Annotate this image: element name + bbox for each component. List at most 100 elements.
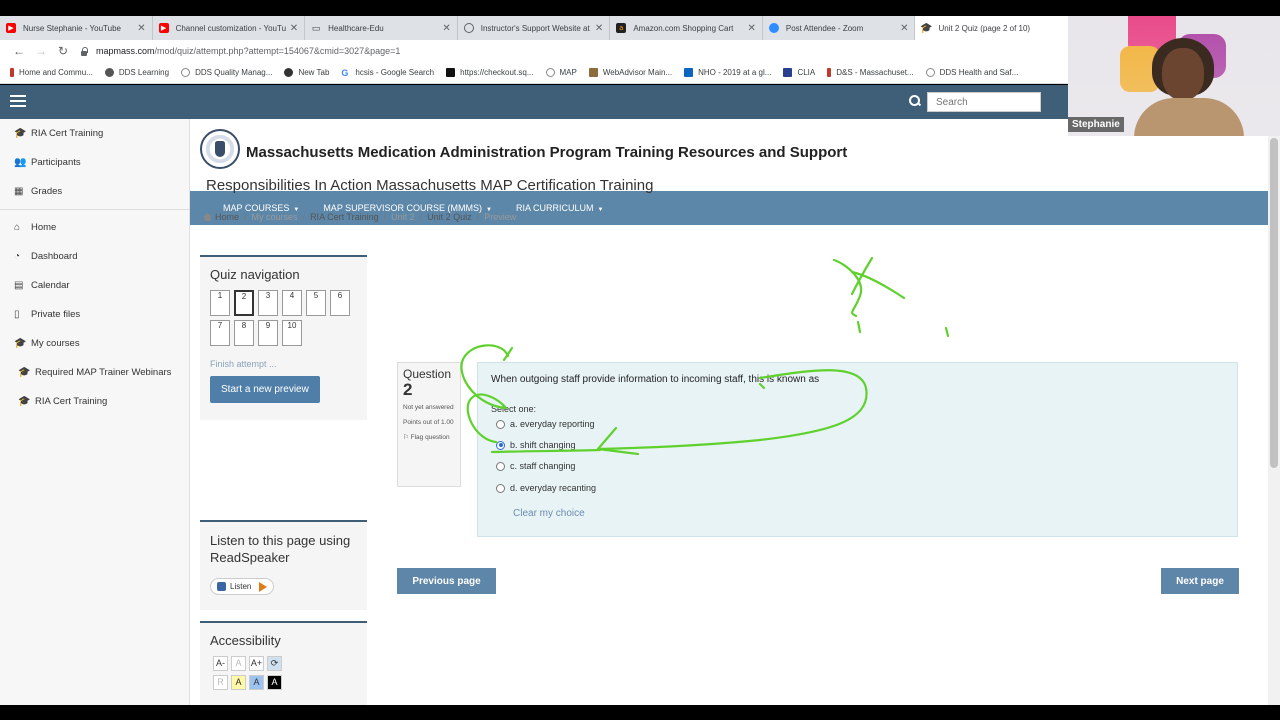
drawer-item-grades[interactable]: ▦ Grades — [0, 177, 189, 206]
black-scheme-button[interactable]: A — [267, 675, 282, 690]
question-nav-button[interactable]: 6 — [330, 290, 350, 316]
close-icon[interactable]: ✕ — [595, 23, 603, 34]
blue-scheme-button[interactable]: A — [249, 675, 264, 690]
bookmark[interactable]: Ghcsis - Google Search — [341, 68, 434, 78]
breadcrumb-unit[interactable]: Unit 2 — [391, 212, 415, 222]
nav-ria-curriculum[interactable]: RIA CURRICULUM ▼ — [516, 203, 603, 213]
yellow-scheme-button[interactable]: A — [231, 675, 246, 690]
finish-attempt-link[interactable]: Finish attempt ... — [210, 359, 357, 369]
flag-question-link[interactable]: ⚐ Flag question — [403, 433, 455, 443]
save-settings-icon[interactable]: ⟳ — [267, 656, 282, 671]
search-icon[interactable] — [909, 95, 921, 107]
tab-title: Nurse Stephanie - YouTube — [23, 23, 121, 33]
question-nav-button[interactable]: 9 — [258, 320, 278, 346]
radio-button[interactable] — [496, 483, 505, 493]
close-icon[interactable]: ✕ — [137, 23, 145, 34]
question-nav-button[interactable]: 10 — [282, 320, 302, 346]
bookmark[interactable]: D&S - Massachuset... — [827, 68, 914, 77]
back-arrow-icon[interactable]: ← — [8, 44, 30, 58]
drawer-label: Dashboard — [31, 251, 78, 262]
drawer-label: RIA Cert Training — [31, 128, 104, 139]
youtube-icon: ▶ — [158, 23, 169, 33]
bookmark-label: DDS Learning — [118, 68, 170, 77]
drawer-label: Private files — [31, 309, 81, 320]
answer-option[interactable]: b. shift changing — [496, 440, 576, 450]
reload-icon[interactable]: ↻ — [52, 44, 74, 58]
bookmark[interactable]: CLIA — [783, 68, 815, 77]
increase-text-button[interactable]: A+ — [249, 656, 264, 671]
drawer-item-participants[interactable]: 👥 Participants — [0, 148, 189, 177]
forward-arrow-icon[interactable]: → — [30, 44, 52, 58]
bookmark[interactable]: https://checkout.sq... — [446, 68, 534, 77]
drawer-item-dashboard[interactable]: ◔ Dashboard — [0, 242, 189, 271]
bookmark[interactable]: NHO - 2019 at a gl... — [684, 68, 771, 77]
reset-text-button[interactable]: A — [231, 656, 246, 671]
bookmark[interactable]: DDS Health and Saf... — [925, 68, 1018, 77]
drawer-item-private-files[interactable]: ▯ Private files — [0, 300, 189, 329]
drawer-item-home[interactable]: ⌂ Home — [0, 213, 189, 242]
question-nav-button[interactable]: 8 — [234, 320, 254, 346]
page-scrollbar[interactable] — [1268, 136, 1280, 705]
browser-tab[interactable]: Post Attendee - Zoom ✕ — [763, 16, 916, 40]
question-nav-button[interactable]: 7 — [210, 320, 230, 346]
massachusetts-seal-logo[interactable] — [200, 129, 240, 169]
bookmark[interactable]: DDS Quality Manag... — [181, 68, 272, 77]
scroll-thumb[interactable] — [1270, 138, 1278, 468]
question-nav-button[interactable]: 3 — [258, 290, 278, 316]
question-nav-button[interactable]: 4 — [282, 290, 302, 316]
breadcrumb-quiz[interactable]: Unit 2 Quiz — [427, 212, 472, 222]
close-icon[interactable]: ✕ — [442, 23, 450, 34]
browser-tab[interactable]: ▶ Channel customization - YouTube ✕ — [153, 16, 306, 40]
bookmark[interactable]: DDS Learning — [104, 68, 170, 77]
reset-colors-button[interactable]: R — [213, 675, 228, 690]
drawer-label: Participants — [31, 157, 81, 168]
listen-button[interactable]: Listen — [210, 578, 275, 595]
breadcrumb-course[interactable]: RIA Cert Training — [310, 212, 379, 222]
browser-tab[interactable]: ▶ Nurse Stephanie - YouTube ✕ — [0, 16, 153, 40]
close-icon[interactable]: ✕ — [290, 23, 298, 34]
zoom-video-tile[interactable]: Stephanie — [1068, 16, 1280, 136]
search-input[interactable] — [927, 92, 1041, 112]
bookmark-label: Home and Commu... — [19, 68, 93, 77]
question-nav-button[interactable]: 1 — [210, 290, 230, 316]
radio-button[interactable] — [496, 461, 505, 471]
drawer-item-webinars[interactable]: 🎓 Required MAP Trainer Webinars — [0, 358, 189, 387]
drawer-item-calendar[interactable]: ▤ Calendar — [0, 271, 189, 300]
hamburger-menu-icon[interactable] — [10, 95, 26, 108]
radio-button[interactable] — [496, 419, 505, 429]
google-icon: G — [341, 68, 349, 78]
question-grid: 1 2 3 4 5 6 7 8 9 10 — [210, 290, 367, 346]
browser-tab[interactable]: Instructor's Support Website at ✕ — [458, 16, 611, 40]
browser-tab-active[interactable]: 🎓 Unit 2 Quiz (page 2 of 10) — [915, 16, 1069, 40]
start-new-preview-button[interactable]: Start a new preview — [210, 376, 320, 403]
question-nav-button-current[interactable]: 2 — [234, 290, 254, 316]
users-icon: 👥 — [14, 156, 27, 168]
question-body: When outgoing staff provide information … — [477, 362, 1238, 537]
answer-option[interactable]: a. everyday reporting — [496, 419, 595, 429]
question-nav-button[interactable]: 5 — [306, 290, 326, 316]
url-field[interactable]: mapmass.com/mod/quiz/attempt.php?attempt… — [80, 46, 1068, 56]
browser-tab[interactable]: a Amazon.com Shopping Cart ✕ — [610, 16, 763, 40]
answer-option[interactable]: c. staff changing — [496, 461, 575, 471]
radio-button-checked[interactable] — [496, 440, 505, 450]
drawer-item-course[interactable]: 🎓 RIA Cert Training — [0, 119, 189, 148]
bookmark[interactable]: Home and Commu... — [10, 68, 93, 77]
bookmark[interactable]: New Tab — [284, 68, 329, 77]
breadcrumb-my-courses[interactable]: My courses — [252, 212, 298, 222]
decrease-text-button[interactable]: A- — [213, 656, 228, 671]
bookmark[interactable]: WebAdvisor Main... — [588, 68, 672, 77]
drawer-item-ria-cert[interactable]: 🎓 RIA Cert Training — [0, 387, 189, 416]
bookmark[interactable]: MAP — [545, 68, 577, 77]
answer-option[interactable]: d. everyday recanting — [496, 483, 596, 493]
close-icon[interactable]: ✕ — [900, 23, 908, 34]
previous-page-button[interactable]: Previous page — [397, 568, 496, 594]
browser-tab[interactable]: ▭ Healthcare-Edu ✕ — [305, 16, 458, 40]
site-title[interactable]: Massachusetts Medication Administration … — [246, 144, 847, 161]
drawer-item-my-courses[interactable]: 🎓 My courses — [0, 329, 189, 358]
breadcrumb-home[interactable]: Home — [215, 212, 239, 222]
next-page-button[interactable]: Next page — [1161, 568, 1239, 594]
divider — [0, 209, 189, 210]
clear-my-choice-link[interactable]: Clear my choice — [513, 508, 585, 519]
breadcrumb-preview: Preview — [484, 212, 517, 222]
close-icon[interactable]: ✕ — [748, 23, 756, 34]
